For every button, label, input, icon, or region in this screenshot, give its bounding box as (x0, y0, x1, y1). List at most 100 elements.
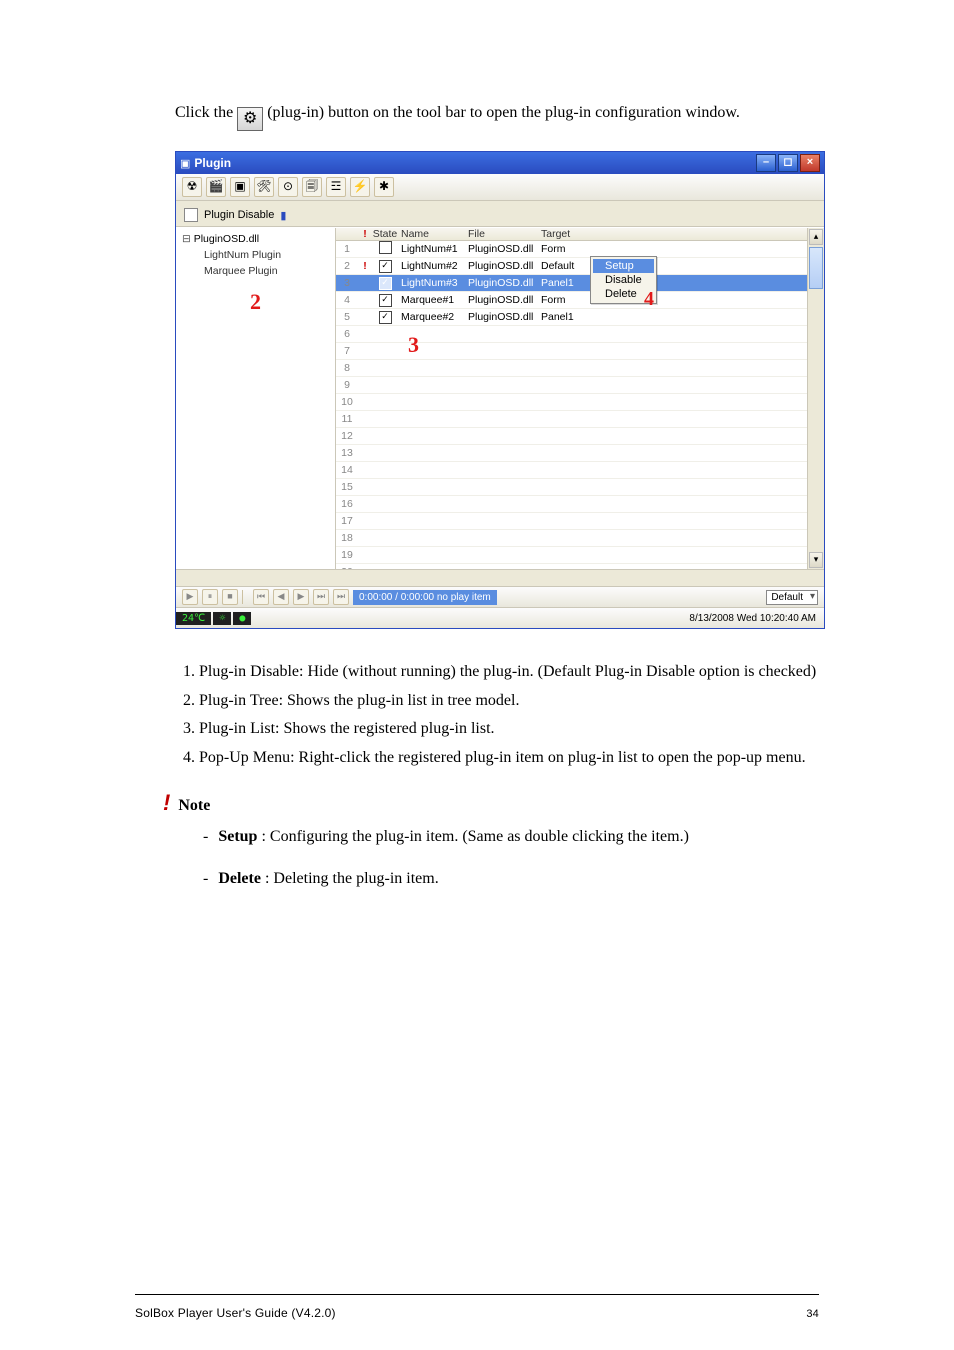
callout-4: 4 (644, 288, 654, 311)
toolbar-icon-4[interactable]: 🛠 (254, 177, 274, 197)
plugin-screenshot: ▣ Plugin – ◻ × ☢ 🎬 ▣ 🛠 ⊙ 🗐 ☲ ⚡ ✱ Plugin … (175, 151, 825, 629)
pause-button[interactable]: ⏸ (202, 589, 218, 605)
table-row[interactable]: 17 (336, 513, 807, 530)
table-row[interactable]: 11 (336, 411, 807, 428)
last-button[interactable]: ⏭ (333, 589, 349, 605)
cell-file: PluginOSD.dll (465, 277, 538, 289)
cell-target: Panel1 (538, 311, 807, 323)
cell-index: 10 (336, 396, 358, 408)
sub1-dash: - (203, 828, 214, 845)
table-row[interactable]: 18 (336, 530, 807, 547)
vertical-scrollbar[interactable]: ▴ ▾ (807, 228, 824, 569)
first-button[interactable]: ⏮ (253, 589, 269, 605)
col-target[interactable]: Target (538, 228, 807, 240)
callout-2: 2 (250, 289, 261, 314)
table-row[interactable]: 5Marquee#2PluginOSD.dllPanel1 (336, 309, 807, 326)
cell-state[interactable] (372, 276, 398, 290)
col-alert[interactable]: ! (358, 228, 372, 240)
col-file[interactable]: File (465, 228, 538, 240)
toolbar-icon-1[interactable]: ☢ (182, 177, 202, 197)
table-row[interactable]: 20 (336, 564, 807, 569)
cell-index: 11 (336, 413, 358, 425)
table-row[interactable]: 1LightNum#1PluginOSD.dllForm (336, 241, 807, 258)
toolbar-icon-7[interactable]: ☲ (326, 177, 346, 197)
desc-3-num: 3. (175, 716, 195, 742)
horizontal-scrollbar[interactable] (176, 569, 824, 586)
plugin-disable-bar: Plugin Disable ▮ (176, 200, 824, 227)
col-name[interactable]: Name (398, 228, 465, 240)
table-row[interactable]: 4Marquee#1PluginOSD.dllForm (336, 292, 807, 309)
cell-file: PluginOSD.dll (465, 294, 538, 306)
cell-index: 20 (336, 566, 358, 569)
footer-page: 34 (806, 1308, 819, 1320)
playbar-combo[interactable]: Default (766, 590, 818, 605)
table-row[interactable]: 9 (336, 377, 807, 394)
cell-target: Default (538, 260, 807, 272)
table-row[interactable]: 16 (336, 496, 807, 513)
prev-button[interactable]: ◀ (273, 589, 289, 605)
table-row[interactable]: 19 (336, 547, 807, 564)
cell-state[interactable] (372, 310, 398, 324)
toolbar-icon-5[interactable]: ⊙ (278, 177, 298, 197)
cell-index: 13 (336, 447, 358, 459)
cell-index: 7 (336, 345, 358, 357)
cell-index: 6 (336, 328, 358, 340)
scroll-down[interactable]: ▾ (809, 552, 823, 568)
cell-state[interactable] (372, 293, 398, 307)
cell-name: Marquee#2 (398, 311, 465, 323)
close-button[interactable]: × (800, 154, 820, 172)
context-menu-disable[interactable]: Disable (593, 273, 654, 287)
play-button[interactable]: ▶ (182, 589, 198, 605)
desc-4-num: 4. (175, 745, 195, 771)
table-row[interactable]: 15 (336, 479, 807, 496)
play-time: 0:00:00 / 0:00:00 no play item (353, 590, 497, 605)
toolbar-icon-9[interactable]: ✱ (374, 177, 394, 197)
desc-1-num: 1. (175, 659, 195, 685)
stop-button[interactable]: ■ (222, 589, 238, 605)
minimize-button[interactable]: – (756, 154, 776, 172)
table-row[interactable]: 7 (336, 343, 807, 360)
status-icon1: ☼ (213, 612, 231, 625)
table-row[interactable]: 6 (336, 326, 807, 343)
toolbar-icon-2[interactable]: 🎬 (206, 177, 226, 197)
plugin-toolbar-icon: ⚙ (237, 107, 263, 131)
cell-index: 8 (336, 362, 358, 374)
table-row[interactable]: 13 (336, 445, 807, 462)
cell-name: LightNum#1 (398, 243, 465, 255)
cell-name: LightNum#3 (398, 277, 465, 289)
table-row[interactable]: 8 (336, 360, 807, 377)
cell-target: Form (538, 294, 807, 306)
toolbar-icon-6[interactable]: 🗐 (302, 177, 322, 197)
window-title: Plugin (190, 156, 754, 170)
cell-state[interactable] (372, 259, 398, 273)
tree-child-lightnum[interactable]: LightNum Plugin (182, 248, 329, 264)
cell-index: 19 (336, 549, 358, 561)
callout-3: 3 (408, 332, 419, 358)
scroll-thumb[interactable] (809, 247, 823, 289)
sub1-label: Setup (218, 828, 257, 845)
table-row[interactable]: 12 (336, 428, 807, 445)
cell-target: Form (538, 243, 807, 255)
table-row[interactable]: 2!LightNum#2PluginOSD.dllDefault (336, 258, 807, 275)
playbar: ▶ ⏸ ■ ⏮ ◀ ▶ ⏭ ⏭ 0:00:00 / 0:00:00 no pla… (176, 586, 824, 607)
table-row[interactable]: 10 (336, 394, 807, 411)
tree-root[interactable]: PluginOSD.dll (182, 232, 329, 248)
maximize-button[interactable]: ◻ (778, 154, 798, 172)
plugin-tree[interactable]: PluginOSD.dll LightNum Plugin Marquee Pl… (176, 228, 336, 569)
tree-child-marquee[interactable]: Marquee Plugin (182, 264, 329, 280)
footer-rule (135, 1294, 819, 1295)
cell-state[interactable] (372, 241, 398, 257)
scroll-up[interactable]: ▴ (809, 229, 823, 245)
context-menu-setup[interactable]: Setup (593, 259, 654, 273)
next2-button[interactable]: ⏭ (313, 589, 329, 605)
plugin-disable-label: Plugin Disable (204, 209, 274, 221)
plugin-disable-checkbox[interactable] (184, 208, 198, 222)
next-button[interactable]: ▶ (293, 589, 309, 605)
toolbar-icon-8[interactable]: ⚡ (350, 177, 370, 197)
table-row[interactable]: 3LightNum#3PluginOSD.dllPanel1 (336, 275, 807, 292)
toolbar-icon-3[interactable]: ▣ (230, 177, 250, 197)
table-row[interactable]: 14 (336, 462, 807, 479)
cell-index: 1 (336, 243, 358, 255)
cell-index: 17 (336, 515, 358, 527)
col-state[interactable]: State (372, 228, 398, 240)
